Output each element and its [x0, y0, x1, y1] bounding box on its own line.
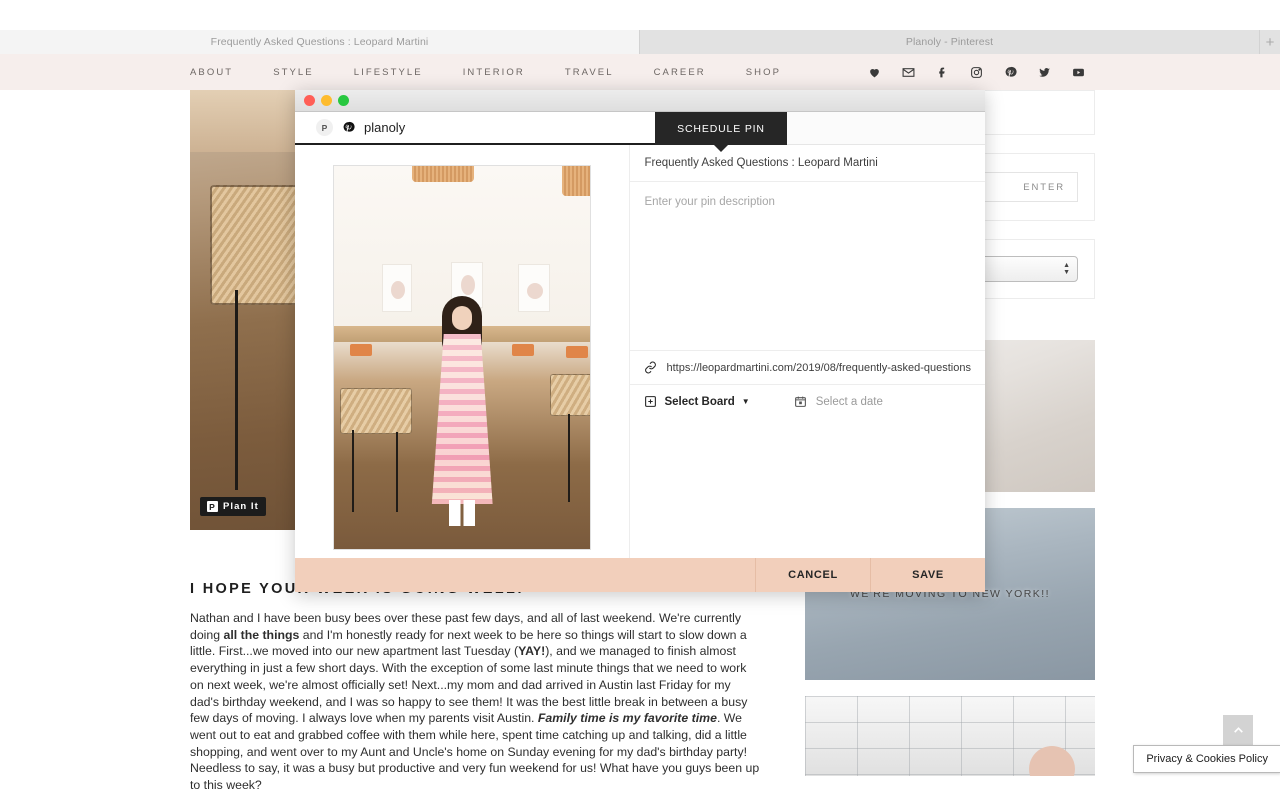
- select-board-button[interactable]: Select Board ▼: [644, 395, 750, 408]
- calendar-icon: [794, 395, 807, 408]
- wall-art: [382, 264, 413, 312]
- browser-tabstrip: Frequently Asked Questions : Leopard Mar…: [0, 30, 1280, 54]
- scroll-to-top-button[interactable]: [1223, 715, 1253, 745]
- nav-item-interior[interactable]: INTERIOR: [463, 67, 525, 78]
- modal-content: Frequently Asked Questions : Leopard Mar…: [295, 145, 985, 558]
- chair-leg: [568, 414, 571, 502]
- instagram-icon[interactable]: [970, 66, 983, 79]
- heart-icon[interactable]: [868, 66, 881, 79]
- avatar[interactable]: P: [316, 119, 333, 136]
- tab-schedule-pin[interactable]: SCHEDULE PIN: [655, 112, 787, 145]
- header-social-links: [868, 66, 1085, 79]
- pin-meta-row: Select Board ▼ Select a date: [630, 385, 985, 418]
- select-date-label: Select a date: [815, 395, 883, 408]
- cancel-button[interactable]: CANCEL: [755, 558, 870, 592]
- nav-item-lifestyle[interactable]: LIFESTYLE: [354, 67, 423, 78]
- browser-tab-inactive[interactable]: Planoly - Pinterest: [640, 30, 1260, 54]
- footer-gap: [295, 558, 755, 592]
- chair-leg: [396, 432, 399, 512]
- envelope-icon[interactable]: [902, 66, 915, 79]
- nav-item-style[interactable]: STYLE: [273, 67, 314, 78]
- plan-it-label: Plan It: [223, 501, 259, 512]
- bench-cushion: [512, 344, 535, 356]
- youtube-icon[interactable]: [1072, 66, 1085, 79]
- save-button[interactable]: SAVE: [870, 558, 985, 592]
- pin-url-text: https://leopardmartini.com/2019/08/frequ…: [666, 361, 971, 374]
- planoly-brand-name: planoly: [364, 120, 406, 135]
- facebook-icon[interactable]: [936, 66, 949, 79]
- select-date-button[interactable]: Select a date: [794, 395, 883, 408]
- site-header: ABOUT STYLE LIFESTYLE INTERIOR TRAVEL CA…: [0, 54, 1280, 90]
- planoly-brand-zone: P planoly: [295, 112, 655, 145]
- bench-cushion: [566, 346, 589, 358]
- popular-post-thumb[interactable]: [805, 696, 1095, 776]
- nav-item-travel[interactable]: TRAVEL: [565, 67, 614, 78]
- model-boots: [449, 500, 476, 526]
- modal-footer: CANCEL SAVE: [295, 558, 985, 592]
- rattan-chair: [550, 374, 591, 416]
- maximize-window-button[interactable]: [338, 95, 349, 106]
- rattan-chair: [340, 388, 413, 434]
- pin-url-row[interactable]: https://leopardmartini.com/2019/08/frequ…: [630, 351, 985, 385]
- chevron-up-icon: [1233, 726, 1243, 733]
- post-body: Nathan and I have been busy bees over th…: [190, 610, 760, 794]
- main-navigation: ABOUT STYLE LIFESTYLE INTERIOR TRAVEL CA…: [190, 67, 821, 78]
- pendant-lamp: [562, 166, 591, 196]
- tabbar-filler: [787, 112, 985, 145]
- browser-tab-title: Planoly - Pinterest: [905, 36, 994, 48]
- nav-item-career[interactable]: CAREER: [654, 67, 706, 78]
- pin-preview-image[interactable]: [333, 165, 592, 550]
- post-italic-1: Family time is my favorite time: [537, 711, 717, 726]
- pinterest-icon[interactable]: [1004, 66, 1017, 79]
- select-board-label: Select Board: [664, 395, 735, 408]
- planoly-schedule-pin-modal: P planoly SCHEDULE PIN Frequently Asked …: [295, 90, 985, 592]
- wall-art: [518, 264, 551, 312]
- pendant-lamp: [412, 166, 475, 182]
- privacy-cookies-policy-button[interactable]: Privacy & Cookies Policy: [1133, 745, 1280, 773]
- plus-square-icon: [644, 395, 657, 408]
- browser-chrome: [0, 0, 1280, 30]
- post-bold-1: all the things: [223, 627, 300, 642]
- chevron-down-icon: ▼: [741, 397, 750, 406]
- model-face: [452, 306, 473, 330]
- minimize-window-button[interactable]: [321, 95, 332, 106]
- nav-item-about[interactable]: ABOUT: [190, 67, 233, 78]
- pin-title: Frequently Asked Questions : Leopard Mar…: [630, 145, 985, 182]
- modal-image-pane: [295, 145, 630, 558]
- plan-it-badge[interactable]: P Plan It: [200, 497, 266, 516]
- pin-description-input[interactable]: [630, 182, 985, 351]
- hero-stool-leg: [235, 290, 238, 490]
- nav-item-shop[interactable]: SHOP: [746, 67, 781, 78]
- pinterest-icon: [342, 121, 355, 134]
- twitter-icon[interactable]: [1038, 66, 1051, 79]
- browser-tab-title: Frequently Asked Questions : Leopard Mar…: [210, 36, 429, 48]
- bench-cushion: [350, 344, 373, 356]
- model-dress: [431, 334, 493, 504]
- modal-form-pane: Frequently Asked Questions : Leopard Mar…: [629, 145, 985, 558]
- modal-tabbar: P planoly SCHEDULE PIN: [295, 112, 985, 145]
- chair-leg: [352, 430, 355, 512]
- post-bold-2: YAY!: [518, 644, 546, 659]
- planoly-p-icon: P: [207, 501, 218, 512]
- close-window-button[interactable]: [304, 95, 315, 106]
- modal-spacer: [630, 418, 985, 558]
- link-icon: [644, 361, 657, 374]
- new-tab-button[interactable]: +: [1260, 30, 1280, 54]
- browser-tab-active[interactable]: Frequently Asked Questions : Leopard Mar…: [0, 30, 640, 54]
- modal-titlebar[interactable]: [295, 90, 985, 112]
